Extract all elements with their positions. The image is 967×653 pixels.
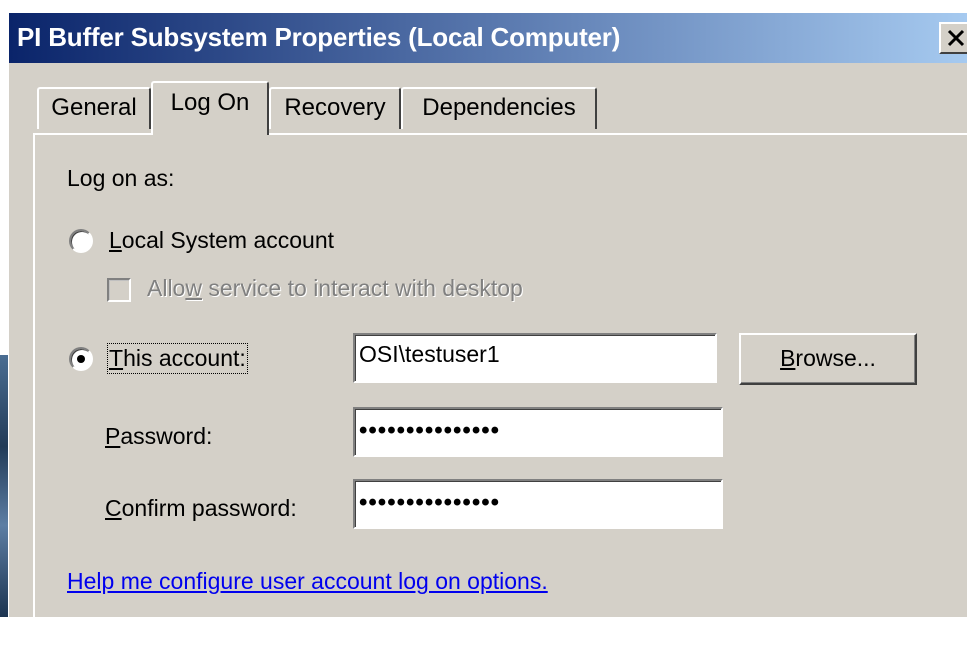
tab-log-on[interactable]: Log On bbox=[151, 81, 269, 135]
password-mnemonic: P bbox=[105, 423, 121, 449]
this-account-label-rest: his account: bbox=[123, 345, 246, 371]
tab-recovery[interactable]: Recovery bbox=[269, 87, 401, 129]
interact-desktop-label-after: service to interact with desktop bbox=[201, 275, 523, 301]
interact-desktop-label: Allow service to interact with desktop bbox=[147, 275, 523, 302]
interact-desktop-checkbox[interactable] bbox=[107, 278, 131, 302]
window-title: PI Buffer Subsystem Properties (Local Co… bbox=[17, 22, 621, 52]
log-on-as-label: Log on as: bbox=[67, 165, 175, 191]
tab-dependencies[interactable]: Dependencies bbox=[401, 87, 597, 129]
browse-label-rest: rowse... bbox=[795, 345, 876, 371]
close-icon bbox=[947, 29, 965, 47]
browse-button[interactable]: Browse... bbox=[739, 333, 917, 385]
interact-desktop-mnemonic: w bbox=[185, 275, 202, 301]
confirm-password-label: Confirm password: bbox=[105, 495, 297, 522]
local-system-label-rest: ocal System account bbox=[121, 227, 335, 253]
local-system-label[interactable]: Local System account bbox=[109, 227, 334, 254]
tab-general[interactable]: General bbox=[37, 87, 151, 129]
tab-dependencies-label: Dependencies bbox=[422, 94, 576, 121]
title-bar[interactable]: PI Buffer Subsystem Properties (Local Co… bbox=[9, 13, 967, 63]
account-name-input[interactable]: OSI\testuser1 bbox=[353, 333, 717, 383]
local-system-radio[interactable] bbox=[69, 229, 93, 253]
radio-selected-dot bbox=[77, 355, 85, 363]
confirm-password-input[interactable]: ••••••••••••••• bbox=[353, 479, 723, 529]
properties-dialog: PI Buffer Subsystem Properties (Local Co… bbox=[8, 12, 967, 653]
interact-desktop-label-before: Allo bbox=[147, 275, 186, 301]
this-account-radio[interactable] bbox=[69, 347, 93, 371]
confirm-password-label-rest: onfirm password: bbox=[121, 495, 297, 521]
this-account-label[interactable]: This account: bbox=[107, 343, 248, 374]
help-link[interactable]: Help me configure user account log on op… bbox=[67, 568, 548, 595]
password-label: Password: bbox=[105, 423, 212, 450]
password-label-rest: assword: bbox=[120, 423, 213, 449]
this-account-mnemonic: T bbox=[109, 345, 124, 371]
close-button[interactable] bbox=[939, 22, 967, 54]
tab-log-on-label: Log On bbox=[170, 89, 250, 116]
tab-recovery-label: Recovery bbox=[284, 94, 386, 121]
local-system-mnemonic: L bbox=[109, 227, 122, 253]
confirm-password-mnemonic: C bbox=[105, 495, 122, 521]
browse-mnemonic: B bbox=[780, 345, 796, 371]
tab-general-label: General bbox=[51, 94, 137, 121]
password-input[interactable]: ••••••••••••••• bbox=[353, 407, 723, 457]
